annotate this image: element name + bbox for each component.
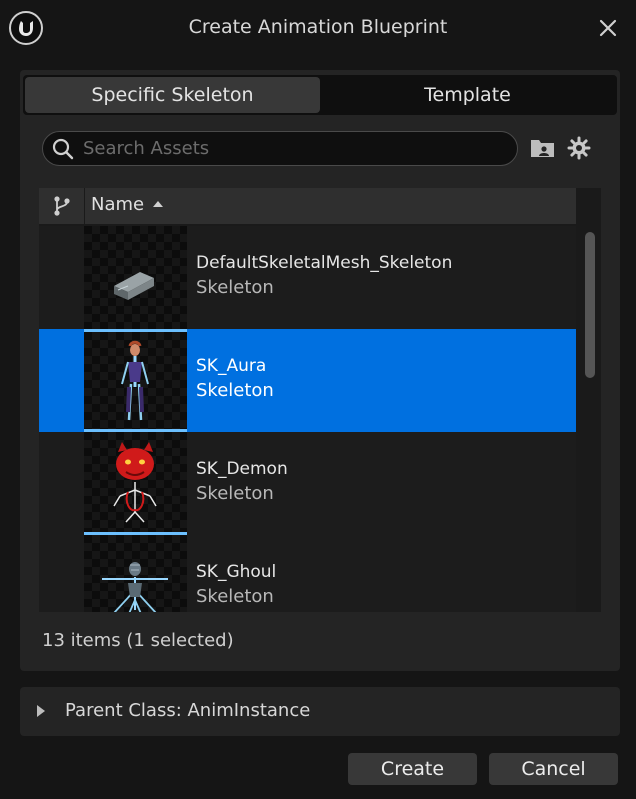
list-item[interactable]: SK_Demon Skeleton bbox=[39, 432, 576, 535]
list-item-selected[interactable]: SK_Aura Skeleton bbox=[39, 329, 576, 432]
name-column-header[interactable]: Name bbox=[91, 194, 144, 215]
branch-icon[interactable] bbox=[39, 188, 85, 224]
tab-specific-skeleton[interactable]: Specific Skeleton bbox=[25, 77, 320, 113]
tab-template[interactable]: Template bbox=[320, 77, 615, 113]
list-scrollbar[interactable] bbox=[579, 226, 601, 612]
asset-thumbnail bbox=[84, 535, 187, 612]
expand-arrow-icon[interactable] bbox=[37, 705, 45, 717]
asset-type: Skeleton bbox=[196, 277, 274, 298]
gear-icon[interactable] bbox=[567, 136, 591, 160]
asset-list: Name DefaultSkeletalMesh_Skeleton Skelet… bbox=[39, 188, 601, 612]
asset-thumbnail bbox=[84, 226, 187, 329]
window-title: Create Animation Blueprint bbox=[188, 16, 448, 38]
asset-name: DefaultSkeletalMesh_Skeleton bbox=[196, 253, 453, 273]
create-button[interactable]: Create bbox=[348, 753, 477, 785]
asset-type: Skeleton bbox=[196, 380, 274, 401]
list-header: Name bbox=[39, 188, 576, 224]
folder-icon[interactable] bbox=[530, 137, 556, 159]
search-box bbox=[42, 131, 518, 166]
asset-picker-panel: Specific Skeleton Template Search Assets… bbox=[20, 70, 620, 671]
title-bar: Create Animation Blueprint bbox=[0, 0, 636, 56]
parent-class-section[interactable]: Parent Class: AnimInstance bbox=[20, 687, 620, 736]
asset-name: SK_Ghoul bbox=[196, 562, 277, 582]
asset-name: SK_Aura bbox=[196, 356, 267, 376]
asset-type: Skeleton bbox=[196, 586, 274, 607]
search-icon bbox=[51, 137, 75, 161]
tab-bar: Specific Skeleton Template bbox=[23, 75, 617, 115]
item-count-status: 13 items (1 selected) bbox=[42, 630, 234, 651]
list-item[interactable]: SK_Ghoul Skeleton bbox=[39, 535, 576, 612]
asset-name: SK_Demon bbox=[196, 459, 288, 479]
scrollbar-thumb[interactable] bbox=[585, 232, 595, 378]
asset-thumbnail bbox=[84, 432, 187, 535]
sort-ascending-icon bbox=[153, 201, 163, 207]
search-input[interactable] bbox=[83, 132, 503, 165]
close-icon[interactable] bbox=[596, 16, 620, 40]
list-item[interactable]: DefaultSkeletalMesh_Skeleton Skeleton bbox=[39, 226, 576, 329]
cancel-button[interactable]: Cancel bbox=[489, 753, 618, 785]
asset-thumbnail bbox=[84, 329, 187, 432]
parent-class-label: Parent Class: AnimInstance bbox=[65, 700, 311, 721]
asset-type: Skeleton bbox=[196, 483, 274, 504]
